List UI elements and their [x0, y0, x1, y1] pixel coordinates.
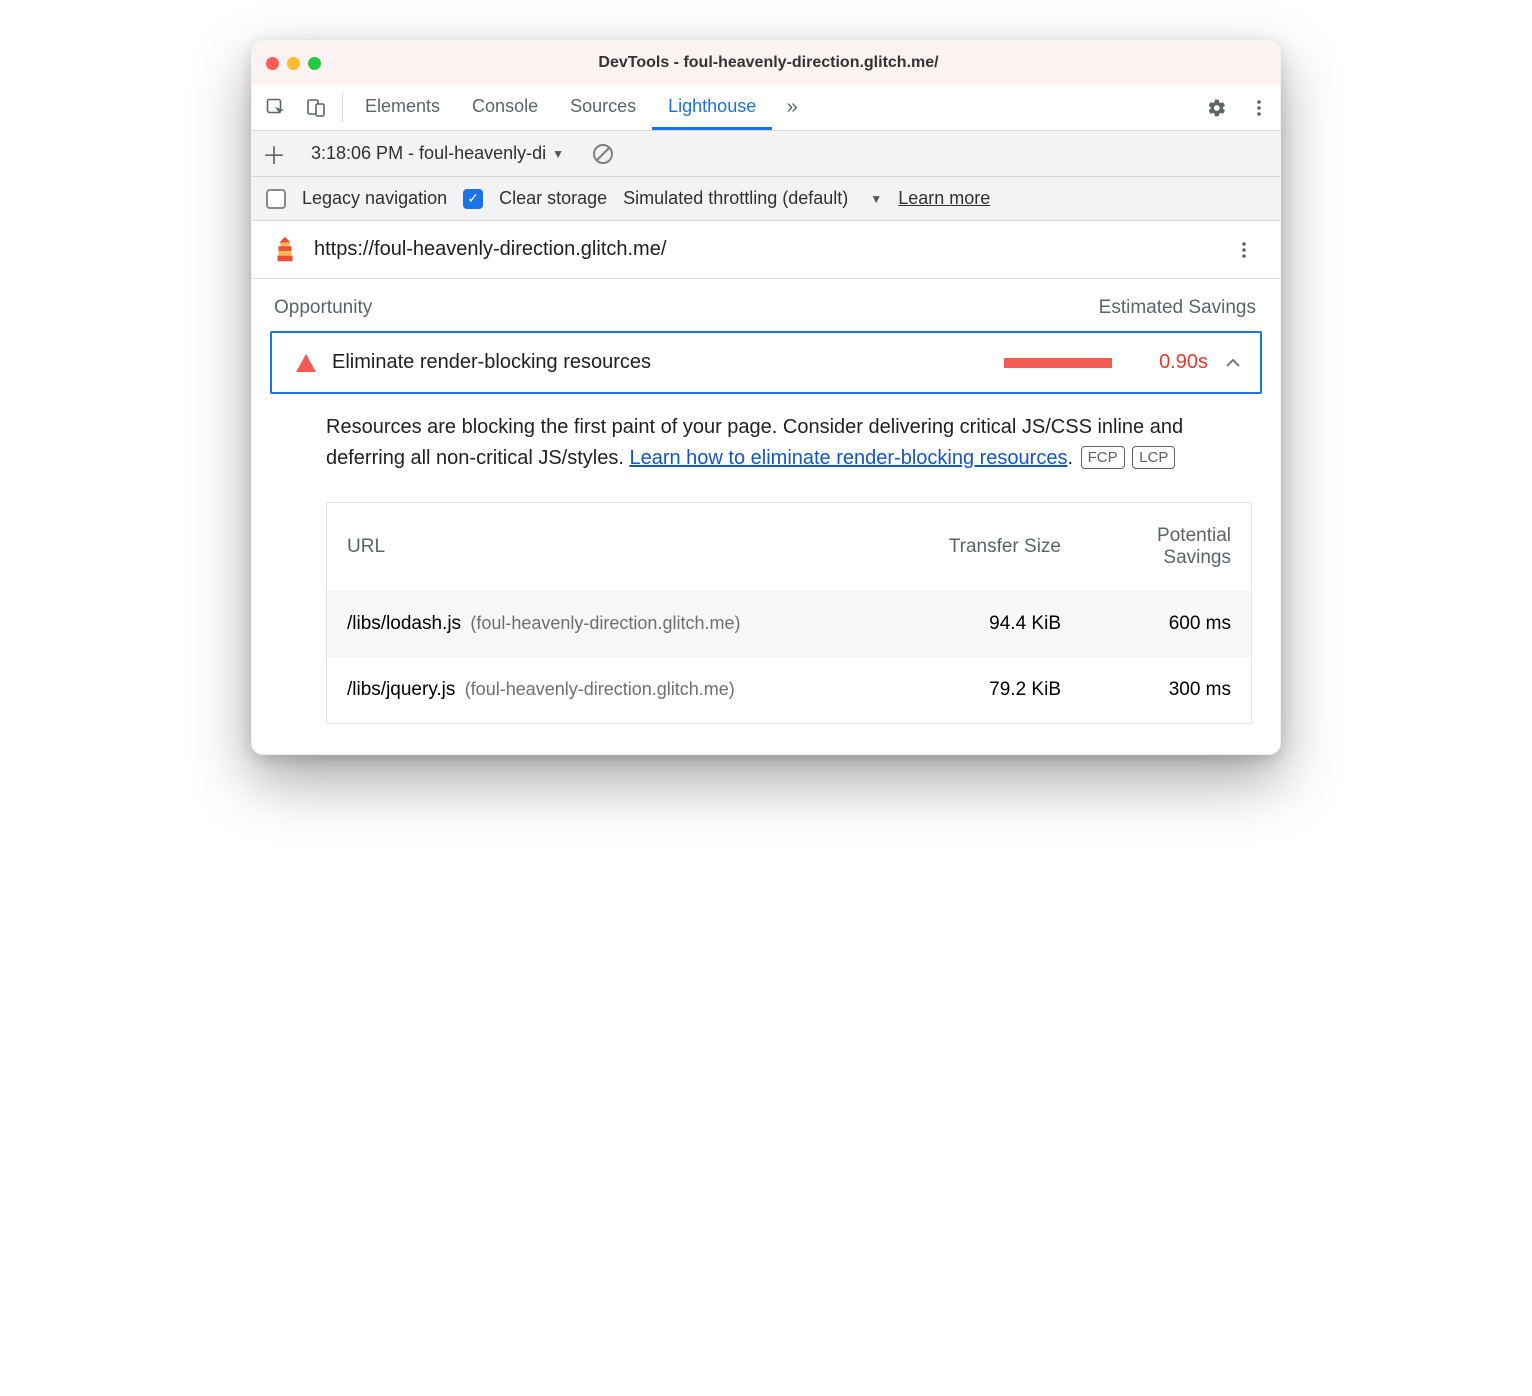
report-body: Opportunity Estimated Savings Eliminate … — [252, 279, 1280, 754]
audit-learn-link[interactable]: Learn how to eliminate render-blocking r… — [629, 447, 1067, 469]
inspect-element-icon[interactable] — [256, 85, 296, 130]
metric-pill-lcp: LCP — [1132, 446, 1175, 469]
resource-path[interactable]: /libs/jquery.js — [347, 679, 455, 700]
clear-storage-checkbox[interactable]: ✓ — [463, 189, 483, 209]
throttling-dropdown-icon[interactable]: ▼ — [870, 192, 882, 206]
table-row: /libs/jquery.js (foul-heavenly-direction… — [327, 657, 1251, 723]
resource-savings: 600 ms — [1081, 591, 1251, 657]
resource-host: (foul-heavenly-direction.glitch.me) — [465, 679, 735, 699]
audit-card[interactable]: Eliminate render-blocking resources 0.90… — [270, 331, 1262, 394]
learn-more-link[interactable]: Learn more — [898, 188, 990, 209]
audit-period: . — [1067, 447, 1073, 469]
tab-sources[interactable]: Sources — [554, 85, 652, 130]
report-selector[interactable]: 3:18:06 PM - foul-heavenly-di ▼ — [311, 143, 564, 164]
audit-fail-icon — [296, 354, 316, 372]
table-row: /libs/lodash.js (foul-heavenly-direction… — [327, 591, 1251, 657]
resource-savings: 300 ms — [1081, 657, 1251, 723]
report-url-row: https://foul-heavenly-direction.glitch.m… — [252, 221, 1280, 279]
audit-title: Eliminate render-blocking resources — [332, 351, 988, 374]
tab-elements[interactable]: Elements — [349, 85, 456, 130]
window-title: DevTools - foul-heavenly-direction.glitc… — [321, 54, 1216, 72]
lighthouse-options: Legacy navigation ✓ Clear storage Simula… — [252, 177, 1280, 221]
report-url: https://foul-heavenly-direction.glitch.m… — [314, 238, 1212, 261]
minimize-window-button[interactable] — [287, 57, 300, 70]
window-controls — [266, 57, 321, 70]
section-left-label: Opportunity — [274, 297, 372, 319]
resource-size: 79.2 KiB — [921, 657, 1081, 723]
resources-table: URL Transfer Size Potential Savings /lib… — [326, 502, 1252, 724]
report-selector-label: 3:18:06 PM - foul-heavenly-di — [311, 143, 546, 164]
section-right-label: Estimated Savings — [1099, 297, 1256, 319]
col-savings: Potential Savings — [1081, 503, 1251, 591]
settings-gear-icon[interactable] — [1196, 98, 1238, 118]
devtools-window: DevTools - foul-heavenly-direction.glitc… — [251, 40, 1281, 755]
collapse-chevron-icon[interactable] — [1224, 354, 1242, 372]
chevron-down-icon: ▼ — [552, 147, 564, 161]
close-window-button[interactable] — [266, 57, 279, 70]
new-report-button[interactable]: ＋ — [262, 136, 286, 171]
tab-console[interactable]: Console — [456, 85, 554, 130]
clear-storage-label: Clear storage — [499, 188, 607, 209]
zoom-window-button[interactable] — [308, 57, 321, 70]
throttling-label: Simulated throttling (default) — [623, 188, 848, 209]
lighthouse-icon — [270, 235, 300, 265]
metric-pill-fcp: FCP — [1081, 446, 1125, 469]
audit-section-header: Opportunity Estimated Savings — [270, 293, 1262, 331]
report-menu-icon[interactable] — [1226, 240, 1262, 260]
clear-report-icon[interactable] — [592, 143, 614, 165]
legacy-navigation-label: Legacy navigation — [302, 188, 447, 209]
main-tabs-bar: Elements Console Sources Lighthouse » — [252, 85, 1280, 131]
titlebar: DevTools - foul-heavenly-direction.glitc… — [252, 41, 1280, 85]
kebab-menu-icon[interactable] — [1238, 98, 1280, 118]
col-url: URL — [327, 503, 921, 591]
savings-bar — [1004, 358, 1112, 368]
audit-description: Resources are blocking the first paint o… — [326, 412, 1252, 474]
more-tabs-icon[interactable]: » — [772, 85, 812, 130]
col-size: Transfer Size — [921, 503, 1081, 591]
resource-host: (foul-heavenly-direction.glitch.me) — [470, 613, 740, 633]
resource-size: 94.4 KiB — [921, 591, 1081, 657]
savings-value: 0.90s — [1128, 351, 1208, 374]
device-toolbar-icon[interactable] — [296, 85, 336, 130]
tab-lighthouse[interactable]: Lighthouse — [652, 85, 772, 130]
legacy-navigation-checkbox[interactable] — [266, 189, 286, 209]
lighthouse-toolbar: ＋ 3:18:06 PM - foul-heavenly-di ▼ — [252, 131, 1280, 177]
resource-path[interactable]: /libs/lodash.js — [347, 613, 461, 634]
